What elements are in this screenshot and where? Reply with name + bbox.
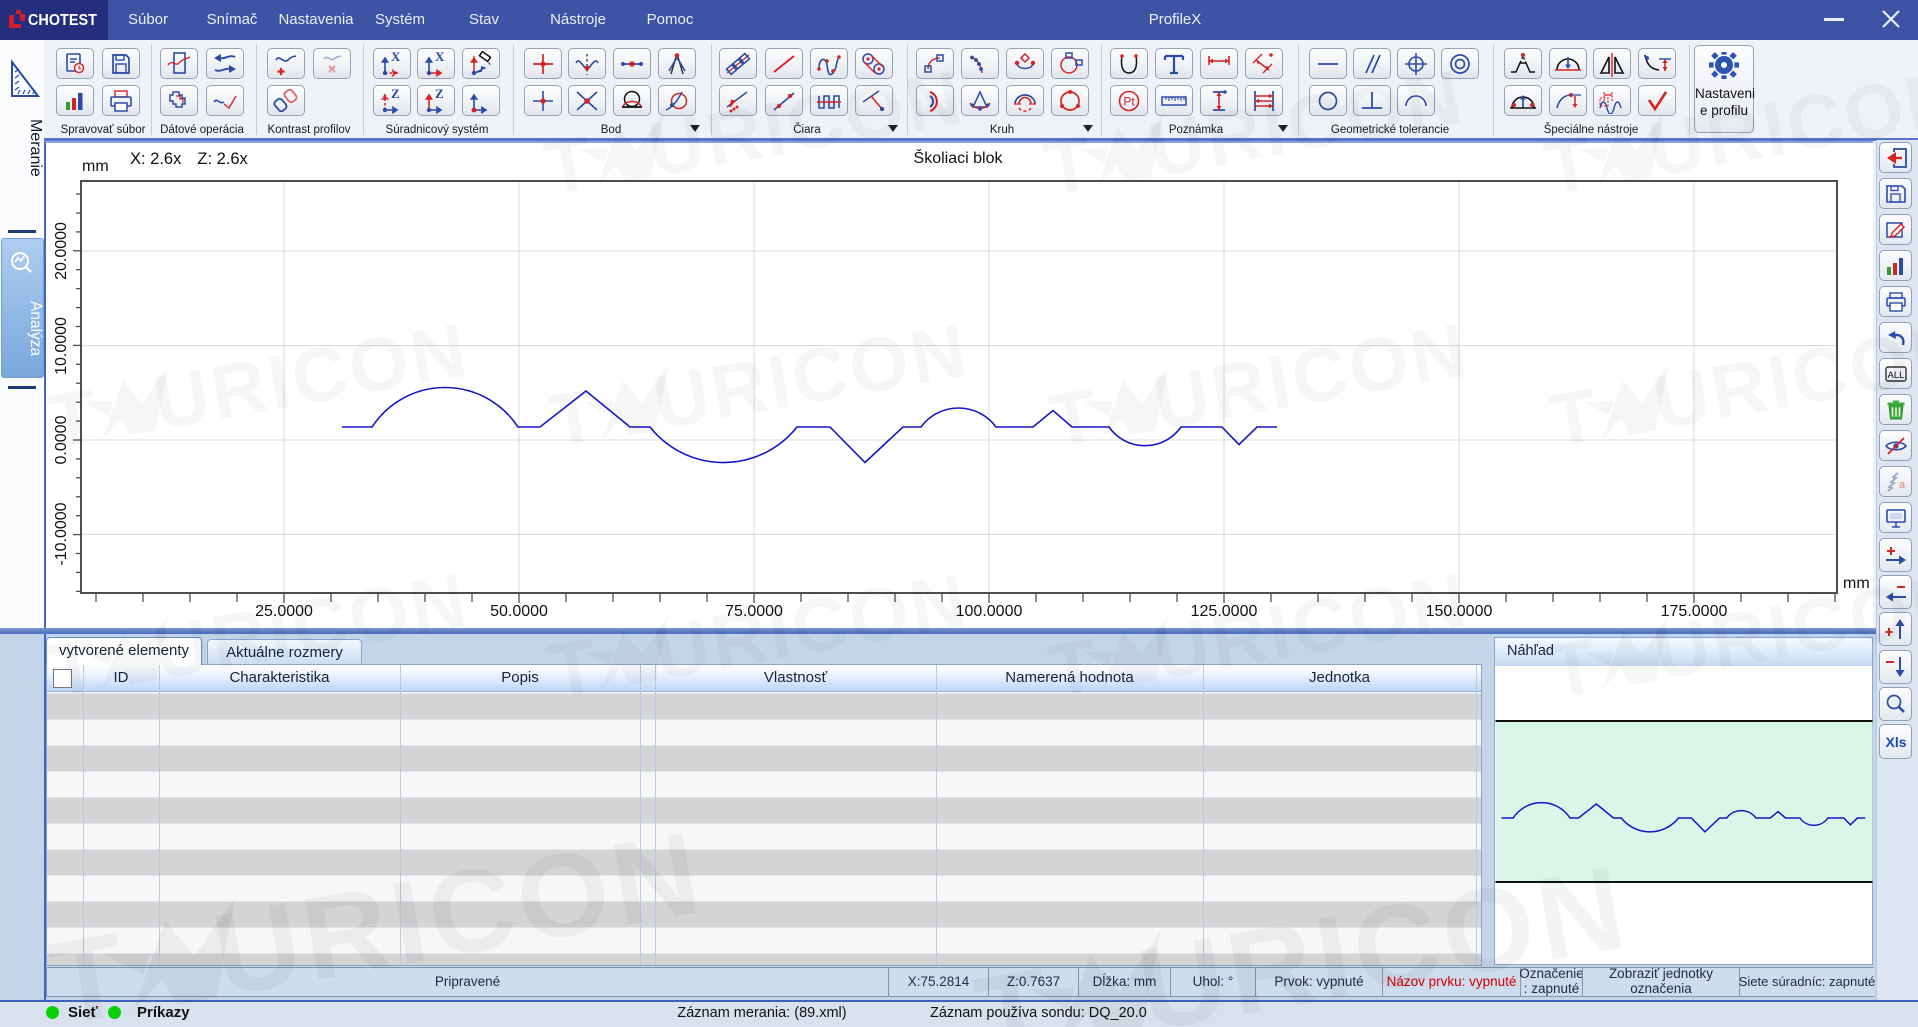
svg-text:ALL: ALL: [1887, 370, 1904, 381]
svg-text:Xls: Xls: [1885, 734, 1906, 750]
svg-text:a: a: [1899, 479, 1906, 491]
